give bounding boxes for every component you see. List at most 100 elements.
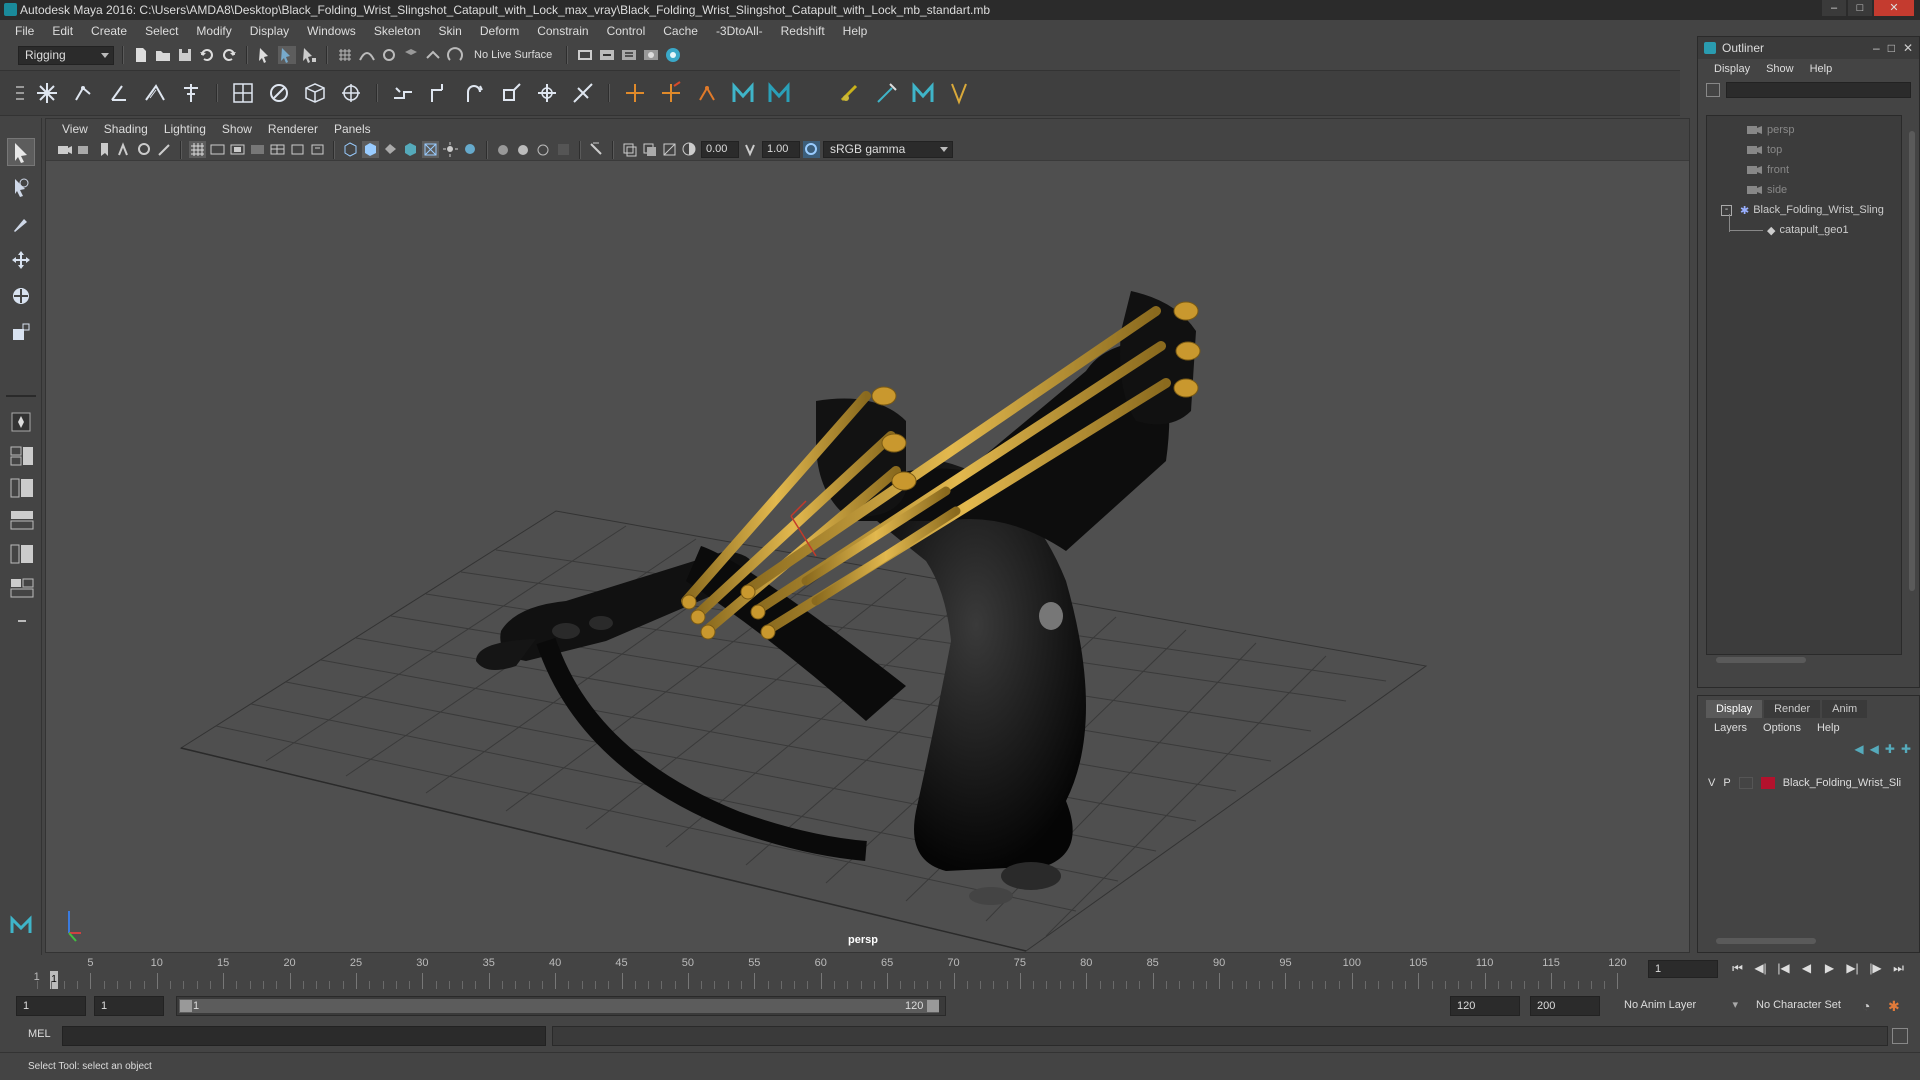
auto-key-icon[interactable]: ◔ (1862, 998, 1870, 1014)
2d-pan-zoom-icon[interactable] (136, 141, 153, 158)
playback-start-field[interactable]: 1 (94, 996, 164, 1016)
start-time-field[interactable]: 1 (16, 996, 86, 1016)
menu-windows[interactable]: Windows (298, 20, 365, 42)
vp-menu-shading[interactable]: Shading (96, 122, 156, 136)
layer-name[interactable]: Black_Folding_Wrist_Sli (1783, 777, 1901, 789)
outliner-item-group[interactable]: - ✱ Black_Folding_Wrist_Sling (1721, 200, 1901, 220)
command-language-label[interactable]: MEL (28, 1028, 51, 1040)
range-start-handle[interactable] (180, 1000, 192, 1012)
isolate-select-icon[interactable] (555, 141, 572, 158)
select-hierarchy-icon[interactable] (256, 46, 274, 64)
snap-surface-icon[interactable] (424, 46, 442, 64)
menu-set-dropdown[interactable]: Rigging (18, 45, 114, 65)
menu-file[interactable]: File (6, 20, 43, 42)
outliner-close-button[interactable]: ✕ (1903, 37, 1913, 59)
rig-helper-icon[interactable] (692, 78, 722, 108)
exposure-field[interactable]: 0.00 (701, 141, 739, 158)
paint-fx-icon[interactable] (872, 78, 902, 108)
show-manipulator-icon[interactable] (7, 408, 35, 436)
ik-spline-icon[interactable] (104, 78, 134, 108)
textured-icon[interactable] (402, 141, 419, 158)
outliner-item-mesh[interactable]: ◆ catapult_geo1 (1767, 220, 1849, 240)
exposure-icon[interactable] (681, 141, 698, 158)
lattice-icon[interactable] (300, 78, 330, 108)
locator-icon[interactable] (620, 78, 650, 108)
menu-redshift[interactable]: Redshift (772, 20, 834, 42)
camera-select-icon[interactable] (56, 141, 73, 158)
parent-constraint-icon[interactable] (532, 78, 562, 108)
muscle-icon[interactable] (908, 78, 938, 108)
layer-menu-help[interactable]: Help (1809, 722, 1848, 734)
vp-menu-show[interactable]: Show (214, 122, 260, 136)
vp-menu-view[interactable]: View (54, 122, 96, 136)
curve-tool-icon[interactable] (944, 78, 974, 108)
perspective-viewport[interactable]: View Shading Lighting Show Renderer Pane… (45, 118, 1690, 953)
viewport-canvas[interactable]: persp (46, 161, 1689, 952)
joint-tool-icon[interactable] (32, 78, 62, 108)
layer-type-toggle[interactable] (1738, 777, 1753, 789)
layout-two-pane-icon[interactable] (8, 476, 36, 500)
time-slider[interactable]: 1 1 5 10 15 20 25 30 35 40 45 50 55 60 65 70 75 80 85 90 95… (0, 955, 1920, 989)
select-object-icon[interactable] (278, 46, 296, 64)
vp-menu-panels[interactable]: Panels (326, 122, 379, 136)
layer-horizontal-scrollbar[interactable] (1708, 936, 1898, 946)
make-live-icon[interactable] (446, 46, 464, 64)
menu-constrain[interactable]: Constrain (528, 20, 597, 42)
insert-joint-icon[interactable] (140, 78, 170, 108)
menu-create[interactable]: Create (82, 20, 136, 42)
step-back-frame-icon[interactable]: |◀ (1774, 961, 1793, 976)
outliner-menu-display[interactable]: Display (1706, 63, 1758, 75)
tab-render[interactable]: Render (1764, 700, 1821, 718)
point-constraint-icon[interactable] (388, 78, 418, 108)
command-input[interactable] (62, 1026, 546, 1046)
new-scene-icon[interactable] (132, 46, 150, 64)
range-end-handle[interactable] (927, 1000, 939, 1012)
outliner-item-side[interactable]: side (1747, 180, 1787, 200)
outliner-menu-help[interactable]: Help (1802, 63, 1841, 75)
layout-single-icon[interactable] (8, 444, 36, 468)
snap-curve-icon[interactable] (358, 46, 376, 64)
menu-skeleton[interactable]: Skeleton (365, 20, 430, 42)
color-space-dropdown[interactable]: sRGB gamma (823, 141, 953, 158)
render-settings-icon[interactable] (620, 46, 638, 64)
menu-help[interactable]: Help (834, 20, 877, 42)
open-scene-icon[interactable] (154, 46, 172, 64)
step-back-key-icon[interactable]: ◀| (1751, 961, 1770, 976)
range-slider[interactable]: 1 120 (176, 996, 946, 1016)
paint-weights-icon[interactable] (264, 78, 294, 108)
ik-handle-icon[interactable] (68, 78, 98, 108)
new-layer-icon[interactable]: ✚ (1885, 742, 1895, 756)
layout-stacked-icon[interactable] (8, 508, 36, 532)
play-forward-icon[interactable]: ▶ (1820, 961, 1839, 976)
redo-icon[interactable] (220, 46, 238, 64)
rivet-icon[interactable] (656, 78, 686, 108)
maximize-button[interactable]: □ (1848, 0, 1872, 16)
layout-four-pane-icon[interactable] (8, 542, 36, 566)
outliner-vertical-scrollbar[interactable] (1907, 117, 1917, 657)
outliner-minimize-button[interactable]: – (1873, 37, 1880, 59)
hypershade-icon[interactable] (642, 46, 660, 64)
aim-constraint-icon[interactable] (424, 78, 454, 108)
screen-space-ao-icon[interactable] (462, 141, 479, 158)
end-time-field[interactable]: 200 (1530, 996, 1600, 1016)
menu-3dtoall[interactable]: -3DtoAll- (707, 20, 772, 42)
render-frame-icon[interactable] (576, 46, 594, 64)
rotate-tool-icon[interactable] (7, 282, 35, 310)
gate-mask-icon[interactable] (249, 141, 266, 158)
hair-tool-icon[interactable] (836, 78, 866, 108)
save-scene-icon[interactable] (176, 46, 194, 64)
bind-skin-icon[interactable] (228, 78, 258, 108)
toolbox-more-icon[interactable] (8, 614, 36, 630)
minimize-button[interactable]: – (1822, 0, 1846, 16)
select-component-icon[interactable] (300, 46, 318, 64)
layer-playback-toggle[interactable]: P (1723, 777, 1730, 789)
color-management-icon[interactable] (803, 141, 820, 158)
smooth-shade-icon[interactable] (362, 141, 379, 158)
paint-select-tool-icon[interactable] (7, 210, 35, 238)
menu-deform[interactable]: Deform (471, 20, 528, 42)
step-forward-frame-icon[interactable]: ▶| (1843, 961, 1862, 976)
shadows-icon[interactable] (442, 141, 459, 158)
menu-select[interactable]: Select (136, 20, 187, 42)
menu-edit[interactable]: Edit (43, 20, 82, 42)
vp-menu-lighting[interactable]: Lighting (156, 122, 214, 136)
